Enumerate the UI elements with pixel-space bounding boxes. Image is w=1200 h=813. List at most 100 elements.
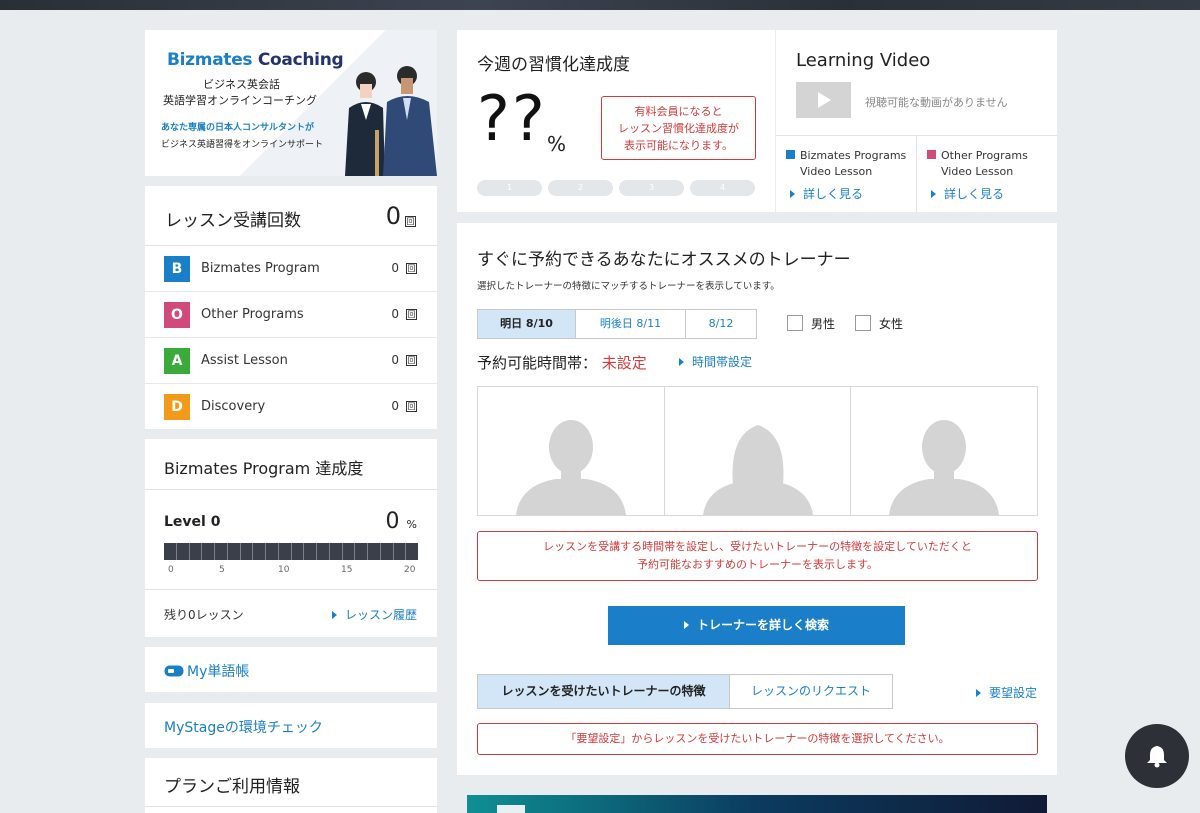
lesson-count: 0 — [391, 399, 399, 413]
lesson-count-total: 0 — [385, 202, 401, 230]
tick-label: 10 — [278, 565, 290, 575]
week-pill: 3 — [619, 180, 684, 196]
recommend-subtitle: 選択したトレーナーの特徴にマッチするトレーナーを表示しています。 — [477, 281, 780, 292]
tab-day-after[interactable]: 明後日 8/11 — [576, 310, 686, 338]
tab-trainer-features[interactable]: レッスンを受けたいトレーナーの特徴 — [478, 675, 730, 708]
female-avatar-icon — [702, 425, 813, 515]
habit-unit: % — [547, 132, 567, 156]
divider — [145, 489, 437, 490]
week-pill: 1 — [477, 180, 542, 196]
learning-video-card: Learning Video 視聴可能な動画がありません Bizmates Pr… — [776, 30, 1057, 212]
preference-tabs: レッスンを受けたいトレーナーの特徴 レッスンのリクエスト — [477, 674, 893, 709]
male-checkbox[interactable]: 男性 — [787, 315, 835, 332]
video-col-bizmates: Bizmates Programs Video Lesson 詳しく見る — [786, 148, 906, 202]
lesson-label: Assist Lesson — [201, 353, 288, 368]
request-warning: 「要望設定」からレッスンを受けたいトレーナーの特徴を選択してください。 — [477, 723, 1038, 755]
no-video-text: 視聴可能な動画がありません — [865, 96, 1008, 109]
lesson-history-link[interactable]: レッスン履歴 — [331, 606, 417, 623]
habit-card: 今週の習慣化達成度 ?? % 有料会員になると レッスン習慣化達成度が 表示可能… — [457, 30, 775, 212]
trainer-placeholder-1[interactable] — [478, 387, 665, 515]
trainer-placeholder-2[interactable] — [665, 387, 852, 515]
progress-title: Bizmates Program 達成度 — [164, 459, 364, 478]
progress-percent: 0 % — [385, 509, 417, 534]
notification-button[interactable] — [1125, 724, 1189, 788]
week-pills: 1 2 3 4 — [477, 180, 755, 196]
tab-tomorrow[interactable]: 明日 8/10 — [478, 310, 576, 338]
progress-bar — [164, 543, 418, 560]
banner-line3: あなた専属の日本人コンサルタントが — [161, 123, 315, 133]
trainer-photos — [477, 386, 1038, 516]
time-setting-link[interactable]: 時間帯設定 — [679, 353, 752, 370]
lesson-label: Other Programs — [201, 307, 304, 322]
habit-title: 今週の習慣化達成度 — [477, 55, 630, 75]
tab-lesson-request[interactable]: レッスンのリクエスト — [730, 675, 892, 708]
lesson-row-assist: A Assist Lesson 0 回 — [145, 338, 437, 384]
env-check-link[interactable]: MyStageの環境チェック — [164, 717, 323, 737]
video-title: Learning Video — [796, 50, 931, 71]
paid-member-note: 有料会員になると レッスン習慣化達成度が 表示可能になります。 — [601, 96, 756, 160]
arrow-right-icon — [790, 190, 795, 198]
tick-label: 5 — [219, 565, 225, 575]
unit-kai: 回 — [406, 355, 417, 366]
arrow-right-icon — [679, 358, 684, 366]
lesson-row-other: O Other Programs 0 回 — [145, 292, 437, 338]
week-pill: 4 — [690, 180, 755, 196]
program-progress-card: Bizmates Program 達成度 Level 0 0 % 0 5 10 … — [145, 439, 437, 637]
unit-kai: 回 — [406, 401, 417, 412]
lesson-count: 0 — [391, 261, 399, 275]
lesson-label: Discovery — [201, 399, 266, 414]
female-checkbox[interactable]: 女性 — [855, 315, 903, 332]
my-vocab-link[interactable]: My単語帳 — [164, 661, 249, 681]
remaining-lessons: 残り0レッスン — [164, 608, 244, 622]
banner-line4: ビジネス英語習得をオンラインサポート — [161, 140, 324, 150]
request-setting-link[interactable]: 要望設定 — [975, 684, 1037, 701]
trainer-search-button[interactable]: トレーナーを詳しく検索 — [608, 606, 905, 645]
banner-brand: Bizmates Coaching — [167, 50, 344, 70]
arrow-right-icon — [683, 621, 689, 629]
banner-line2: 英語学習オンラインコーチング — [163, 94, 317, 107]
lesson-count: 0 — [391, 353, 399, 367]
week-pill: 2 — [548, 180, 613, 196]
more-link-other[interactable]: 詳しく見る — [927, 186, 1028, 202]
arrow-right-icon — [931, 190, 936, 198]
badge-o: O — [164, 302, 190, 328]
unit-kai: 回 — [406, 309, 417, 320]
lesson-label: Bizmates Program — [201, 261, 320, 276]
recommended-trainers-card: すぐに予約できるあなたにオススメのトレーナー 選択したトレーナーの特徴にマッチす… — [457, 223, 1057, 775]
unit-kai: 回 — [405, 216, 416, 227]
divider — [916, 135, 917, 212]
badge-a: A — [164, 348, 190, 374]
trainer-placeholder-3[interactable] — [851, 387, 1037, 515]
vocab-icon — [164, 665, 184, 677]
bottom-banner[interactable] — [467, 795, 1047, 813]
plan-title: プランご利用情報 — [164, 777, 300, 797]
lesson-count-title: レッスン受講回数 — [165, 211, 301, 231]
banner-people-image — [345, 66, 437, 176]
progress-ticks: 0 5 10 15 20 — [164, 565, 418, 577]
play-icon — [796, 82, 851, 118]
setup-warning: レッスンを受講する時間帯を設定し、受けたいトレーナーの特徴を設定していただくと … — [477, 531, 1038, 581]
more-link-bizmates[interactable]: 詳しく見る — [786, 186, 906, 202]
lesson-row-discovery: D Discovery 0 回 — [145, 384, 437, 430]
male-avatar-icon — [889, 420, 1000, 515]
divider — [145, 589, 437, 590]
bell-icon — [1147, 746, 1167, 768]
lesson-count: 0 — [391, 307, 399, 321]
available-time: 予約可能時間帯： 未設定 — [477, 354, 647, 372]
coaching-banner[interactable]: Bizmates Coaching ビジネス英会話 英語学習オンラインコーチング… — [145, 30, 437, 176]
banner-line1: ビジネス英会話 — [203, 78, 280, 91]
square-icon — [786, 150, 795, 159]
tick-label: 15 — [341, 565, 353, 575]
square-icon — [927, 150, 936, 159]
tab-8-12[interactable]: 8/12 — [686, 310, 756, 338]
badge-b: B — [164, 256, 190, 282]
vocab-card[interactable]: My単語帳 — [145, 647, 437, 692]
badge-d: D — [164, 394, 190, 420]
date-tabs: 明日 8/10 明後日 8/11 8/12 — [477, 309, 757, 339]
divider — [145, 806, 437, 807]
plan-info-card: プランご利用情報 — [145, 758, 437, 813]
arrow-right-icon — [331, 611, 337, 619]
env-check-card[interactable]: MyStageの環境チェック — [145, 703, 437, 748]
video-col-other: Other Programs Video Lesson 詳しく見る — [927, 148, 1028, 202]
lesson-count-card: レッスン受講回数 0 回 B Bizmates Program 0 回 O Ot… — [145, 186, 437, 429]
